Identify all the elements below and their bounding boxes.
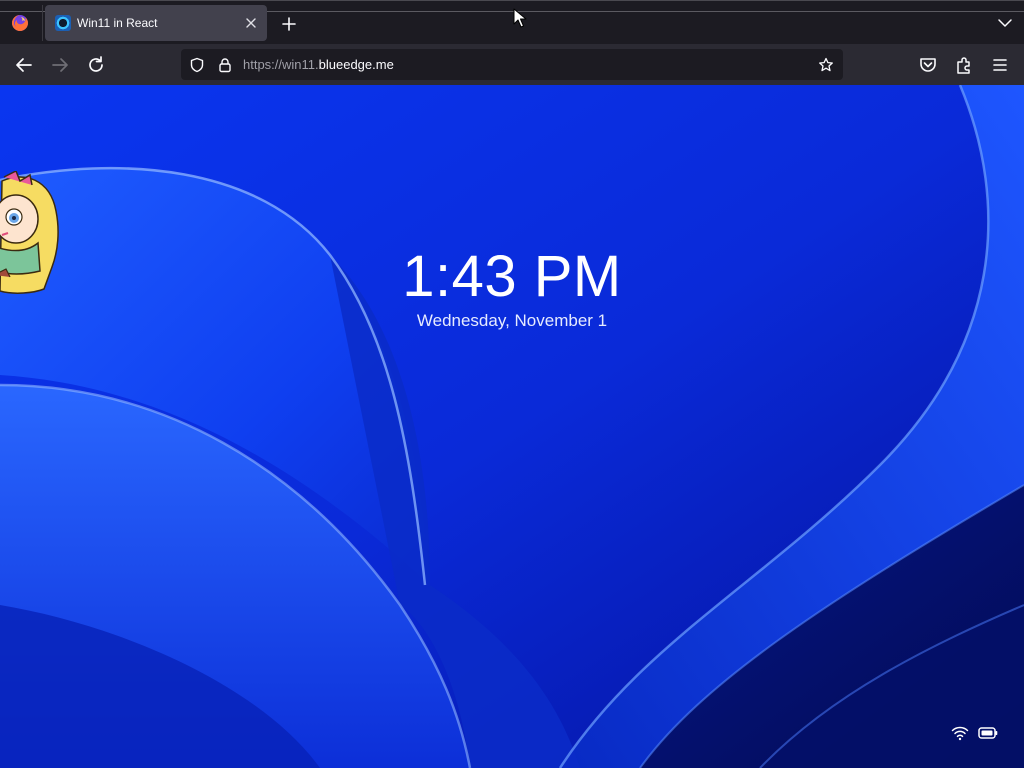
navigation-toolbar: https://win11.blueedge.me [0, 44, 1024, 85]
wifi-icon[interactable] [951, 725, 969, 741]
chevron-down-icon[interactable] [996, 14, 1014, 32]
bloom-wallpaper [0, 85, 1024, 768]
favicon-icon [55, 15, 71, 31]
shield-icon[interactable] [189, 57, 205, 73]
mouse-cursor-icon [513, 8, 527, 28]
reload-icon[interactable] [85, 54, 107, 76]
close-icon[interactable] [241, 13, 261, 33]
lock-screen-date: Wednesday, November 1 [416, 311, 608, 330]
firefox-logo-icon[interactable] [11, 14, 29, 32]
extensions-icon[interactable] [953, 54, 975, 76]
pocket-icon[interactable] [917, 54, 939, 76]
star-icon[interactable] [818, 57, 834, 73]
tab-win11-in-react[interactable]: Win11 in React [45, 5, 267, 41]
new-tab-plus-icon[interactable] [278, 13, 300, 35]
battery-icon[interactable] [978, 726, 998, 740]
url-domain: blueedge.me [318, 57, 394, 72]
lock-screen[interactable]: 1:43 PM Wednesday, November 1 [0, 85, 1024, 768]
lock-icon[interactable] [217, 57, 233, 73]
forward-arrow-icon[interactable] [49, 54, 71, 76]
hamburger-menu-icon[interactable] [989, 54, 1011, 76]
url-text[interactable]: https://win11.blueedge.me [243, 57, 394, 72]
back-arrow-icon[interactable] [13, 54, 35, 76]
lock-screen-time: 1:43 PM [402, 244, 622, 309]
tab-strip: Win11 in React [0, 0, 1024, 44]
tab-title: Win11 in React [77, 16, 158, 30]
tab-separator [42, 5, 43, 41]
url-scheme: https://win11. [243, 57, 319, 72]
address-bar[interactable]: https://win11.blueedge.me [181, 49, 843, 80]
